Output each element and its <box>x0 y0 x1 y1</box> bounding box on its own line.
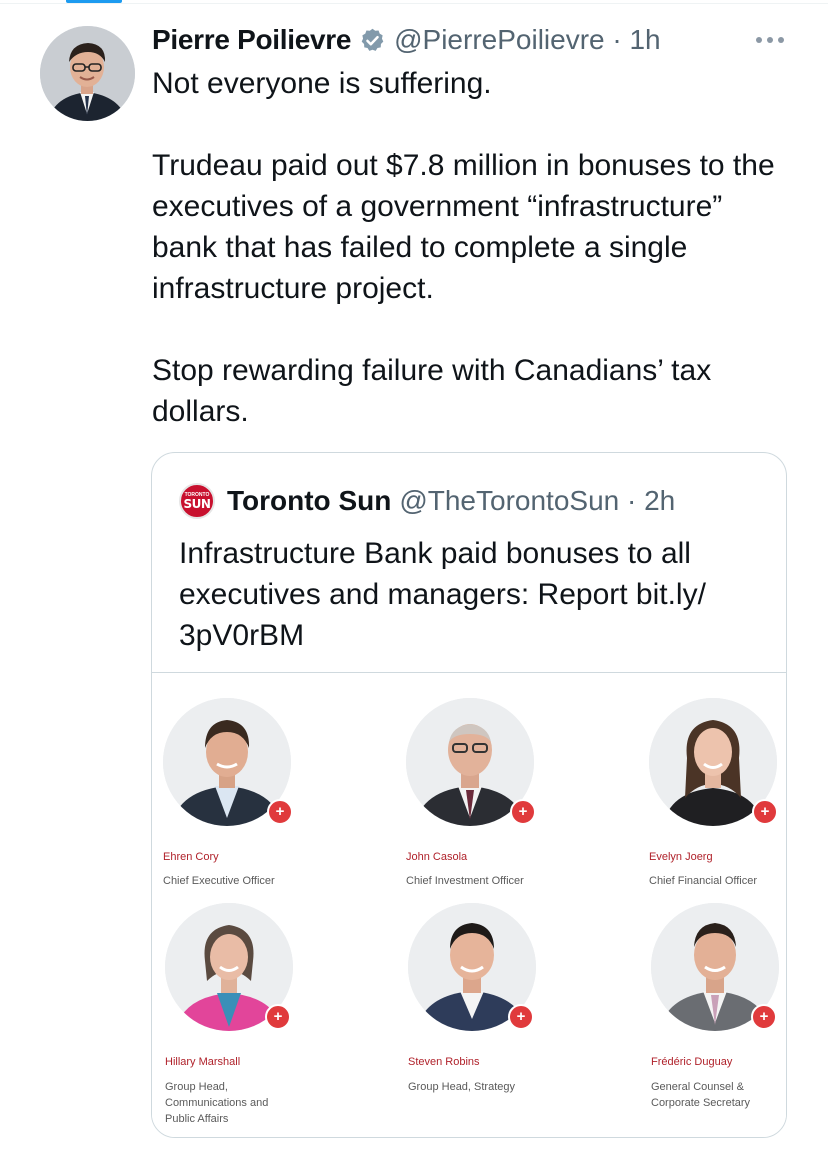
executive-name: Ehren Cory <box>163 851 219 863</box>
executive-name: Hillary Marshall <box>165 1056 241 1068</box>
quote-text: Infrastructure Bank paid bonuses to all … <box>179 537 706 652</box>
expand-plus-icon[interactable]: + <box>751 1004 777 1030</box>
author-avatar[interactable] <box>40 26 135 121</box>
quote-media-image[interactable]: + Ehren Cory Chief Executive Officer + J… <box>152 672 786 1137</box>
executive-title: Group Head, Strategy <box>408 1081 516 1093</box>
quote-author-handle-time[interactable]: @TheTorontoSun · 2h <box>399 485 675 517</box>
executive-name: Steven Robins <box>408 1056 480 1068</box>
more-dots-icon[interactable] <box>752 22 788 58</box>
tweet-text: Not everyone is suffering. Trudeau paid … <box>152 67 775 428</box>
author-handle-time[interactable]: @PierrePoilievre · 1h <box>394 24 661 56</box>
executive-title: Chief Financial Officer <box>649 875 758 887</box>
quote-header: TORONTO SUN Toronto Sun @TheTorontoSun ·… <box>179 481 675 521</box>
executive-title: Chief Investment Officer <box>406 875 524 887</box>
executive-title: Group Head, Communications and Public Af… <box>165 1081 269 1125</box>
executive-name: John Casola <box>406 851 468 863</box>
expand-plus-icon[interactable]: + <box>508 1004 534 1030</box>
expand-plus-icon[interactable]: + <box>510 799 536 825</box>
author-name[interactable]: Pierre Poilievre <box>152 24 351 56</box>
executive-name: Evelyn Joerg <box>649 851 713 863</box>
toronto-sun-logo: TORONTO SUN <box>179 483 215 519</box>
expand-plus-icon[interactable]: + <box>752 799 778 825</box>
executive-title: General Counsel & Corporate Secretary <box>651 1081 751 1109</box>
executive-title: Chief Executive Officer <box>163 875 275 887</box>
verified-badge-icon <box>359 27 386 54</box>
quote-tweet-card[interactable]: TORONTO SUN Toronto Sun @TheTorontoSun ·… <box>151 452 787 1138</box>
executive-name: Frédéric Duguay <box>651 1056 733 1068</box>
quote-author-name[interactable]: Toronto Sun <box>227 485 391 517</box>
expand-plus-icon[interactable]: + <box>267 799 293 825</box>
expand-plus-icon[interactable]: + <box>265 1004 291 1030</box>
top-divider <box>0 3 828 4</box>
tweet-header: Pierre Poilievre @PierrePoilievre · 1h <box>152 20 788 60</box>
